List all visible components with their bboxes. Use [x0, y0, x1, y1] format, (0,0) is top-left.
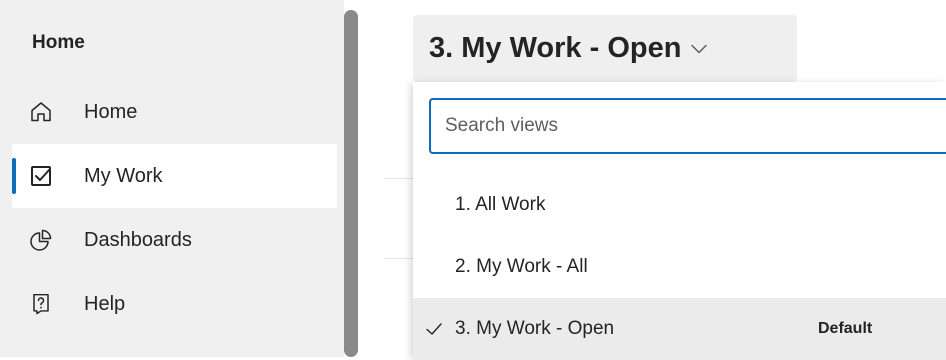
search-views-box [429, 98, 946, 154]
sidebar-header: Home [32, 32, 85, 53]
chevron-down-icon [691, 44, 708, 54]
views-dropdown: 1. All Work 2. My Work - All 3. My Work … [413, 82, 946, 360]
checkbox-icon [28, 163, 54, 189]
view-selector-title: 3. My Work - Open [429, 32, 682, 64]
sidebar-item-label: Dashboards [84, 228, 192, 251]
search-views-input[interactable] [431, 100, 946, 152]
selection-indicator [12, 286, 16, 322]
selection-indicator [12, 94, 16, 130]
sidebar-item-label: My Work [84, 164, 163, 187]
sidebar-item-dashboards[interactable]: Dashboards [12, 208, 337, 272]
sidebar-scrollbar[interactable] [344, 10, 358, 357]
sidebar-item-label: Home [84, 100, 138, 123]
view-selector-button[interactable]: 3. My Work - Open [413, 15, 797, 82]
selection-indicator [12, 158, 16, 194]
selection-indicator [12, 222, 16, 258]
view-option-label: 1. All Work [455, 194, 546, 215]
home-icon [28, 99, 54, 125]
sidebar: Home Home My Work Dashboards Help [0, 0, 344, 357]
view-option-label: 2. My Work - All [455, 256, 588, 277]
sidebar-gutter [358, 0, 370, 357]
sidebar-item-my-work[interactable]: My Work [12, 144, 337, 208]
help-icon [28, 291, 54, 317]
view-option-my-work-open[interactable]: 3. My Work - Open Default [413, 298, 946, 360]
checkmark-icon [425, 320, 443, 338]
pie-chart-icon [28, 227, 54, 253]
sidebar-item-home[interactable]: Home [12, 80, 337, 144]
sidebar-item-help[interactable]: Help [12, 272, 337, 336]
view-option-my-work-all[interactable]: 2. My Work - All [413, 236, 946, 298]
sidebar-item-label: Help [84, 292, 126, 315]
default-badge: Default [818, 320, 873, 337]
view-option-label: 3. My Work - Open [455, 318, 615, 339]
view-option-all-work[interactable]: 1. All Work [413, 174, 946, 236]
